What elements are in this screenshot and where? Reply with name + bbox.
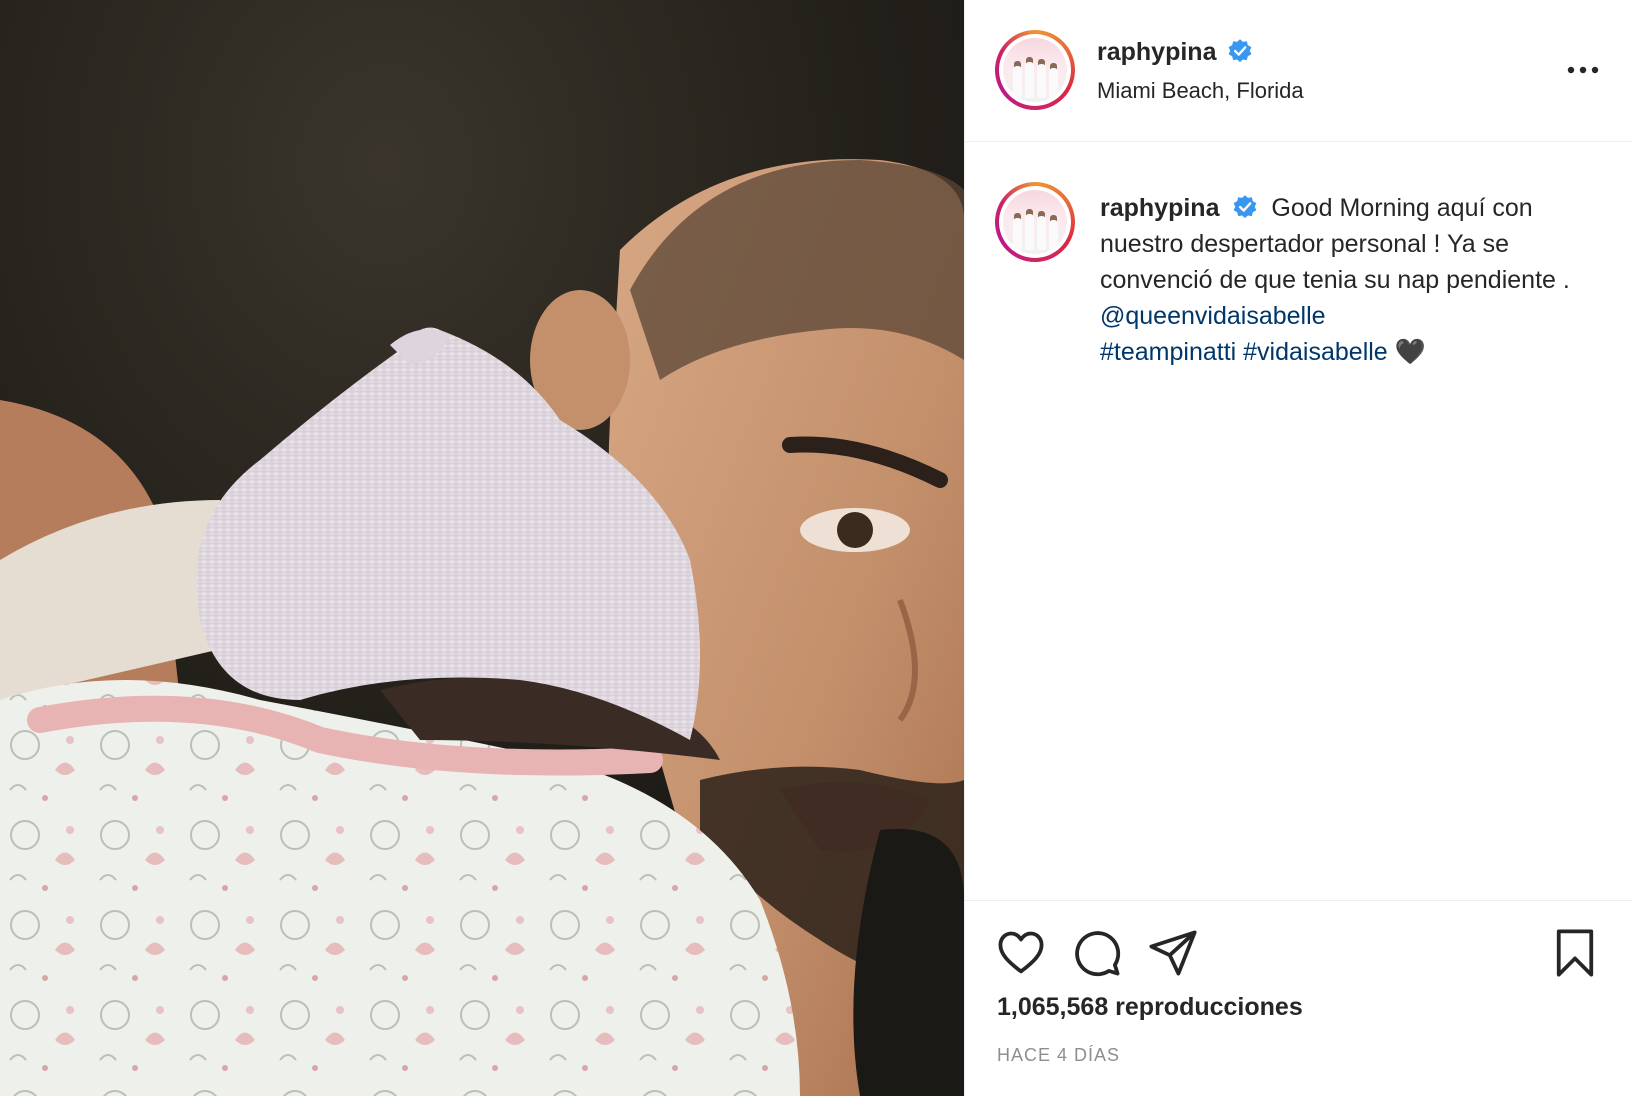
post-timestamp[interactable]: HACE 4 DÍAS xyxy=(997,1045,1120,1066)
post-location[interactable]: Miami Beach, Florida xyxy=(1097,78,1304,104)
post-header: raphypina Miami Beach, Florida xyxy=(965,0,1632,142)
paper-plane-icon[interactable] xyxy=(1147,927,1199,979)
post-actions-section: 1,065,568 reproducciones HACE 4 DÍAS xyxy=(965,900,1632,1096)
bookmark-icon[interactable] xyxy=(1549,927,1601,979)
caption-avatar xyxy=(1003,190,1067,254)
post-media[interactable] xyxy=(0,0,964,1096)
caption-text: raphypina Good Morning aquí con nuestro … xyxy=(1100,190,1605,370)
post-side-panel: raphypina Miami Beach, Florida raphypina… xyxy=(964,0,1632,1096)
caption-avatar-ring[interactable] xyxy=(995,182,1075,262)
header-user-line: raphypina xyxy=(1097,38,1253,67)
caption-mention-link[interactable]: @queenvidaisabelle xyxy=(1100,302,1326,330)
verified-badge-icon xyxy=(1234,195,1257,219)
heart-icon[interactable] xyxy=(995,927,1047,979)
views-label: reproducciones xyxy=(1115,993,1303,1021)
verified-badge-icon xyxy=(1228,39,1252,63)
avatar-story-ring[interactable] xyxy=(995,30,1075,110)
hashtag-link[interactable]: #vidaisabelle xyxy=(1243,338,1388,366)
post-photo xyxy=(0,0,964,1096)
instagram-post: raphypina Miami Beach, Florida raphypina… xyxy=(0,0,1632,1096)
views-number: 1,065,568 xyxy=(997,993,1109,1021)
header-username[interactable]: raphypina xyxy=(1097,38,1216,66)
black-heart-emoji: 🖤 xyxy=(1394,338,1426,366)
more-options-icon[interactable] xyxy=(1563,55,1603,85)
caption-username[interactable]: raphypina xyxy=(1100,194,1219,222)
views-count[interactable]: 1,065,568 reproducciones xyxy=(997,993,1303,1022)
comment-icon[interactable] xyxy=(1071,927,1123,979)
hashtag-link[interactable]: #teampinatti xyxy=(1100,338,1236,366)
avatar xyxy=(1003,38,1067,102)
